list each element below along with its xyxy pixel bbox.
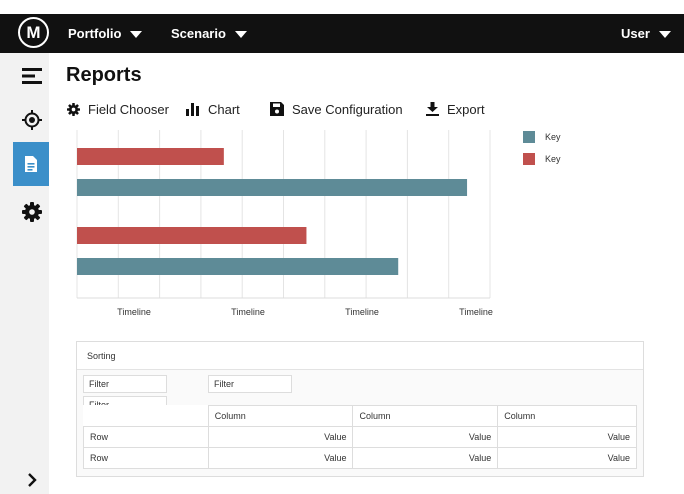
- filter-field[interactable]: Filter: [83, 375, 167, 393]
- bar-chart: Timeline Timeline Timeline Timeline: [76, 130, 493, 317]
- value-cell: Value: [207, 447, 354, 469]
- value-cell: Value: [497, 426, 637, 448]
- x-tick-label: Timeline: [117, 307, 151, 317]
- corner-cell: [84, 406, 209, 427]
- pivot-grid: Column Column Column Row Value Value Val…: [83, 405, 637, 469]
- legend-swatch: [523, 131, 535, 143]
- legend-item: Key: [523, 153, 561, 165]
- sorting-label: Sorting: [87, 351, 116, 361]
- header-row: Column Column Column: [84, 405, 637, 427]
- value-cell: Value: [352, 447, 499, 469]
- column-header-label: Column: [359, 411, 391, 421]
- row-header-label: Row: [90, 432, 109, 442]
- column-header[interactable]: Column: [207, 405, 354, 427]
- row-header[interactable]: Row: [83, 426, 209, 448]
- filter-label: Filter: [214, 379, 234, 389]
- column-header-label: Column: [214, 411, 246, 421]
- bar: [77, 148, 224, 165]
- value-cell: Value: [207, 426, 354, 448]
- filter-label: Filter: [89, 379, 109, 389]
- bar: [77, 179, 468, 196]
- x-tick-label: Timeline: [231, 307, 265, 317]
- value-cell: Value: [497, 447, 637, 469]
- column-header-label: Column: [504, 411, 536, 421]
- table-row: Row Value Value Value: [83, 447, 637, 469]
- legend-swatch: [523, 153, 535, 165]
- row-header[interactable]: Row: [83, 447, 209, 469]
- sidebar-expand-button[interactable]: [13, 461, 51, 494]
- legend-label: Key: [545, 132, 561, 142]
- legend-item: Key: [523, 131, 561, 143]
- filter-field[interactable]: Filter: [208, 375, 292, 393]
- sorting-header[interactable]: Sorting: [77, 342, 643, 370]
- value-cell: Value: [352, 426, 499, 448]
- chevron-right-icon: [28, 473, 37, 487]
- column-header[interactable]: Column: [352, 405, 499, 427]
- x-tick-label: Timeline: [459, 307, 493, 317]
- column-header[interactable]: Column: [497, 405, 637, 427]
- row-header-label: Row: [90, 453, 109, 463]
- table-row: Row Value Value Value: [83, 426, 637, 448]
- x-tick-label: Timeline: [345, 307, 379, 317]
- legend-label: Key: [545, 154, 561, 164]
- bar: [77, 258, 399, 275]
- pivot-panel: Sorting Filter Filter Filter Column Colu…: [76, 341, 644, 477]
- bar: [77, 227, 307, 244]
